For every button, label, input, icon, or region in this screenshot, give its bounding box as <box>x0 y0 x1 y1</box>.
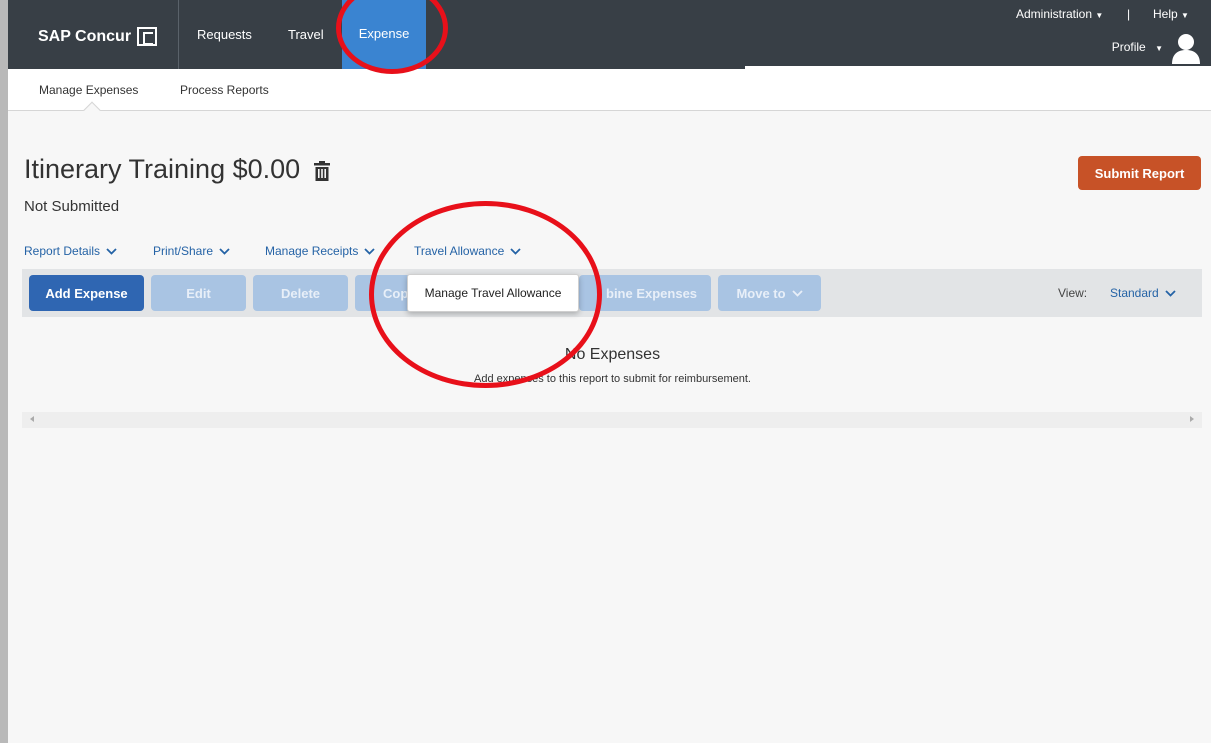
brand-name: SAP Concur <box>38 27 132 45</box>
travel-allowance-menu[interactable]: Travel Allowance <box>414 244 521 258</box>
report-details-menu[interactable]: Report Details <box>24 244 117 258</box>
administration-label: Administration <box>1016 7 1093 21</box>
sap-concur-logo[interactable]: SAP Concur <box>38 27 158 46</box>
profile-menu[interactable]: Profile ▼ <box>1112 40 1163 54</box>
move-to-button[interactable]: Move to <box>718 275 821 311</box>
nav-expense[interactable]: Expense <box>342 0 426 69</box>
report-title: Itinerary Training $0.00 <box>24 154 331 185</box>
nav-expense-label: Expense <box>358 25 410 41</box>
help-label: Help <box>1153 7 1178 21</box>
chevron-down-icon <box>791 289 803 297</box>
manage-receipts-label: Manage Receipts <box>265 244 359 258</box>
user-avatar-icon[interactable] <box>1171 32 1201 64</box>
sub-navigation: Manage Expenses Process Reports <box>8 69 1211 111</box>
caret-down-icon: ▼ <box>1095 11 1104 20</box>
caret-down-icon: ▼ <box>1181 11 1189 20</box>
caret-down-icon: ▼ <box>1155 44 1163 53</box>
report-status: Not Submitted <box>24 198 120 215</box>
print-share-label: Print/Share <box>153 244 214 258</box>
horizontal-scrollbar[interactable] <box>22 412 1202 428</box>
subnav-manage-expenses[interactable]: Manage Expenses <box>39 83 138 97</box>
move-to-label: Move to <box>736 285 786 301</box>
nav-requests[interactable]: Requests <box>197 27 252 42</box>
chevron-down-icon <box>364 247 376 255</box>
top-header: SAP Concur Requests Travel Expense Admin… <box>8 0 1211 69</box>
concur-logo-icon <box>137 27 158 46</box>
view-label: View: <box>1058 286 1088 300</box>
view-select[interactable]: Standard <box>1110 286 1176 300</box>
expense-toolbar: Add Expense Edit Delete Cop bine Expense… <box>22 269 1202 317</box>
header-separator: | <box>1127 7 1131 21</box>
profile-label: Profile <box>1111 40 1146 54</box>
travel-allowance-label: Travel Allowance <box>414 244 505 258</box>
subnav-process-reports[interactable]: Process Reports <box>180 83 269 97</box>
empty-state-title: No Expenses <box>564 346 661 363</box>
submit-report-button[interactable]: Submit Report <box>1078 156 1201 190</box>
nav-travel[interactable]: Travel <box>288 27 324 42</box>
menu-item-manage-travel-allowance[interactable]: Manage Travel Allowance <box>425 286 562 300</box>
report-details-label: Report Details <box>24 244 101 258</box>
header-divider <box>178 0 179 69</box>
scroll-right-icon[interactable] <box>1190 416 1194 422</box>
window-left-edge <box>0 0 8 743</box>
chevron-down-icon <box>106 247 117 255</box>
chevron-down-icon <box>1165 289 1176 297</box>
chevron-down-icon <box>510 247 521 255</box>
empty-state-subtitle: Add expenses to this report to submit fo… <box>474 373 751 385</box>
administration-menu[interactable]: Administration ▼ <box>1016 7 1103 21</box>
combine-expenses-button[interactable]: bine Expenses <box>579 275 711 311</box>
edit-button[interactable]: Edit <box>151 275 246 311</box>
help-menu[interactable]: Help ▼ <box>1153 7 1189 21</box>
report-title-text: Itinerary Training $0.00 <box>24 154 301 184</box>
chevron-down-icon <box>219 247 230 255</box>
print-share-menu[interactable]: Print/Share <box>153 244 230 258</box>
travel-allowance-dropdown: Manage Travel Allowance <box>407 274 579 312</box>
add-expense-button[interactable]: Add Expense <box>29 275 144 311</box>
delete-button[interactable]: Delete <box>253 275 348 311</box>
view-select-value: Standard <box>1110 286 1159 300</box>
scroll-left-icon[interactable] <box>30 416 34 422</box>
manage-receipts-menu[interactable]: Manage Receipts <box>265 244 376 258</box>
trash-icon[interactable] <box>314 160 331 181</box>
